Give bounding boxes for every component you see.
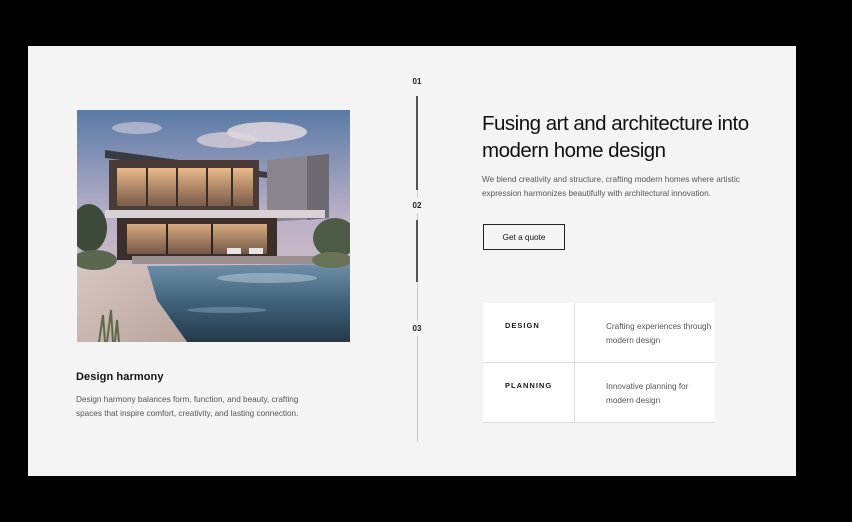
service-row-planning: PLANNING Innovative planning for modern …: [483, 363, 715, 423]
timeline-step-3[interactable]: 03: [405, 321, 429, 336]
timeline-progress: [416, 220, 418, 282]
caption-text: Design harmony balances form, function, …: [76, 395, 299, 418]
service-label: DESIGN: [483, 303, 575, 362]
caption-title: Design harmony: [76, 371, 164, 383]
house-illustration: [77, 110, 350, 342]
house-photo: [77, 110, 350, 342]
service-label: PLANNING: [483, 363, 575, 422]
service-description: Crafting experiences through modern desi…: [606, 322, 712, 345]
get-quote-button[interactable]: Get a quote: [483, 224, 565, 250]
timeline-progress: [416, 96, 418, 190]
service-description: Innovative planning for modern design: [606, 382, 689, 405]
timeline-step-1[interactable]: 01: [405, 74, 429, 89]
page-headline: Fusing art and architecture into modern …: [482, 112, 749, 162]
lead-paragraph: We blend creativity and structure, craft…: [482, 175, 740, 198]
service-row-design: DESIGN Crafting experiences through mode…: [483, 303, 715, 363]
services-table: DESIGN Crafting experiences through mode…: [483, 303, 715, 423]
content-panel: Design harmony Design harmony balances f…: [28, 46, 796, 476]
timeline-step-2[interactable]: 02: [405, 198, 429, 213]
